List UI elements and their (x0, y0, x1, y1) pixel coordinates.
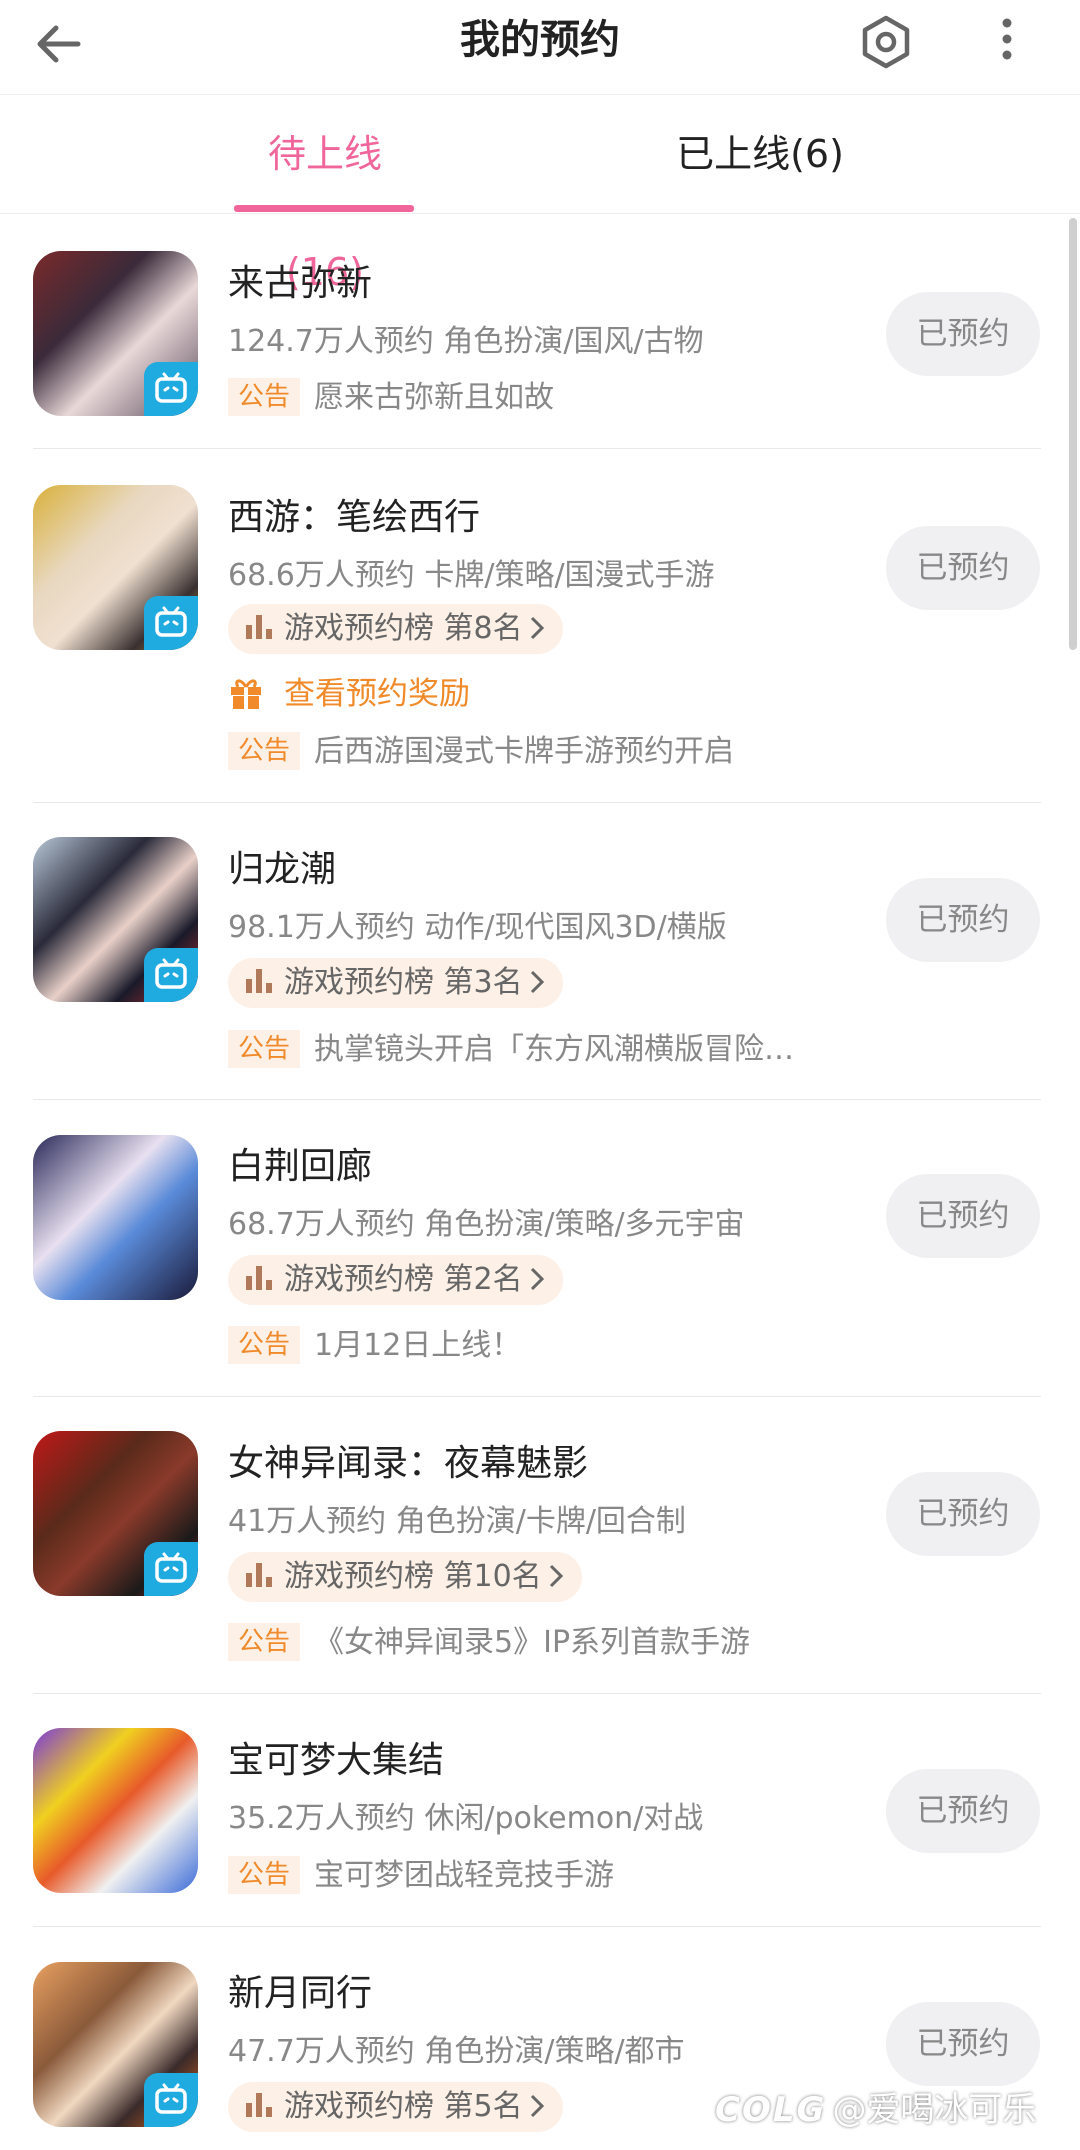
game-icon[interactable] (33, 1135, 198, 1300)
watermark-handle: @爱喝冰可乐 (832, 2090, 1037, 2130)
game-meta: 124.7万人预约 角色扮演/国风/古物 (228, 324, 704, 359)
divider (33, 1926, 1041, 1927)
chevron-right-icon (549, 1564, 563, 1587)
game-notice[interactable]: 公告 执掌镜头开启「东方风潮横版冒险… (228, 1024, 794, 1068)
bilibili-icon (144, 596, 198, 650)
game-meta: 41万人预约 角色扮演/卡牌/回合制 (228, 1504, 686, 1539)
reward-link[interactable]: 查看预约奖励 (228, 668, 470, 713)
divider (33, 1693, 1041, 1694)
game-name[interactable]: 宝可梦大集结 (228, 1731, 444, 1783)
page-title: 我的预约 (460, 17, 620, 63)
bar-chart-icon (246, 1562, 272, 1587)
ranking-chip[interactable]: 游戏预约榜 第8名 (228, 604, 563, 654)
watermark: COLG @爱喝冰可乐 (715, 2082, 1036, 2131)
more-vertical-icon[interactable] (982, 12, 1032, 72)
chevron-right-icon (530, 616, 544, 639)
reserved-button[interactable]: 已预约 (886, 1472, 1040, 1556)
reward-text: 查看预约奖励 (284, 676, 470, 712)
ranking-text: 游戏预约榜 第2名 (284, 1262, 523, 1297)
notice-text: 宝可梦团战轻竞技手游 (314, 1858, 615, 1893)
game-notice[interactable]: 公告 后西游国漫式卡牌手游预约开启 (228, 726, 734, 770)
reserved-button[interactable]: 已预约 (886, 292, 1040, 376)
game-name[interactable]: 新月同行 (228, 1964, 372, 2016)
game-name[interactable]: 白荆回廊 (228, 1137, 372, 1189)
tab-bar: 待上线(16) 已上线(6) (0, 95, 1080, 294)
ranking-chip[interactable]: 游戏预约榜 第2名 (228, 1255, 563, 1305)
game-icon[interactable] (33, 1962, 198, 2127)
notice-text: 1月12日上线！ (314, 1328, 522, 1363)
bar-chart-icon (246, 1265, 272, 1290)
bilibili-icon (144, 362, 198, 416)
bar-chart-icon (246, 2092, 272, 2117)
gift-icon (231, 679, 261, 709)
ranking-chip[interactable]: 游戏预约榜 第10名 (228, 1552, 582, 1602)
game-meta: 68.6万人预约 卡牌/策略/国漫式手游 (228, 558, 715, 593)
notice-badge: 公告 (228, 1029, 301, 1068)
game-meta: 98.1万人预约 动作/现代国风3D/横版 (228, 910, 727, 945)
settings-icon[interactable] (856, 12, 916, 72)
notice-text: 后西游国漫式卡牌手游预约开启 (314, 734, 735, 769)
game-meta: 35.2万人预约 休闲/pokemon/对战 (228, 1801, 704, 1836)
notice-text: 执掌镜头开启「东方风潮横版冒险… (314, 1032, 795, 1067)
reserved-button[interactable]: 已预约 (886, 1769, 1040, 1853)
game-notice[interactable]: 公告 愿来古弥新且如故 (228, 372, 554, 416)
watermark-logo: COLG (715, 2090, 827, 2130)
scrollbar[interactable] (1069, 218, 1077, 650)
game-icon[interactable] (33, 251, 198, 416)
chevron-right-icon (530, 1267, 544, 1290)
game-name[interactable]: 归龙潮 (228, 840, 336, 892)
bar-chart-icon (246, 968, 272, 993)
notice-text: 《女神异闻录5》IP系列首款手游 (314, 1625, 751, 1660)
reserved-button[interactable]: 已预约 (886, 878, 1040, 962)
divider (33, 448, 1041, 449)
game-notice[interactable]: 公告 《女神异闻录5》IP系列首款手游 (228, 1617, 750, 1661)
ranking-text: 游戏预约榜 第5名 (284, 2089, 523, 2124)
bilibili-icon (144, 2073, 198, 2127)
ranking-text: 游戏预约榜 第8名 (284, 611, 523, 646)
active-tab-indicator (234, 205, 414, 212)
top-bar: 我的预约 (0, 0, 1080, 94)
reserved-button[interactable]: 已预约 (886, 526, 1040, 610)
game-icon[interactable] (33, 837, 198, 1002)
tab-released[interactable]: 已上线(6) (660, 95, 860, 213)
notice-badge: 公告 (228, 1622, 301, 1661)
game-icon[interactable] (33, 485, 198, 650)
notice-badge: 公告 (228, 1855, 301, 1894)
divider (33, 1396, 1041, 1397)
game-meta: 47.7万人预约 角色扮演/策略/都市 (228, 2034, 685, 2069)
ranking-text: 游戏预约榜 第3名 (284, 965, 523, 1000)
game-notice[interactable]: 公告 宝可梦团战轻竞技手游 (228, 1850, 614, 1894)
bilibili-icon (144, 1542, 198, 1596)
divider (33, 802, 1041, 803)
notice-badge: 公告 (228, 1325, 301, 1364)
game-name[interactable]: 来古弥新 (228, 254, 372, 306)
ranking-chip[interactable]: 游戏预约榜 第3名 (228, 958, 563, 1008)
reserved-button[interactable]: 已预约 (886, 1174, 1040, 1258)
divider (33, 1099, 1041, 1100)
notice-badge: 公告 (228, 731, 301, 770)
chevron-right-icon (530, 2094, 544, 2117)
game-notice[interactable]: 公告 1月12日上线！ (228, 1320, 521, 1364)
bar-chart-icon (246, 614, 272, 639)
game-icon[interactable] (33, 1431, 198, 1596)
game-name[interactable]: 女神异闻录：夜幕魅影 (228, 1434, 588, 1486)
reserved-button[interactable]: 已预约 (886, 2002, 1040, 2086)
ranking-text: 游戏预约榜 第10名 (284, 1559, 542, 1594)
ranking-chip[interactable]: 游戏预约榜 第5名 (228, 2082, 563, 2132)
divider (0, 213, 1080, 214)
game-icon[interactable] (33, 1728, 198, 1893)
bilibili-icon (144, 948, 198, 1002)
notice-badge: 公告 (228, 377, 301, 416)
game-name[interactable]: 西游：笔绘西行 (228, 488, 480, 540)
notice-text: 愿来古弥新且如故 (314, 380, 555, 415)
game-meta: 68.7万人预约 角色扮演/策略/多元宇宙 (228, 1207, 745, 1242)
tab-upcoming[interactable]: 待上线(16) (232, 95, 418, 294)
chevron-right-icon (530, 970, 544, 993)
